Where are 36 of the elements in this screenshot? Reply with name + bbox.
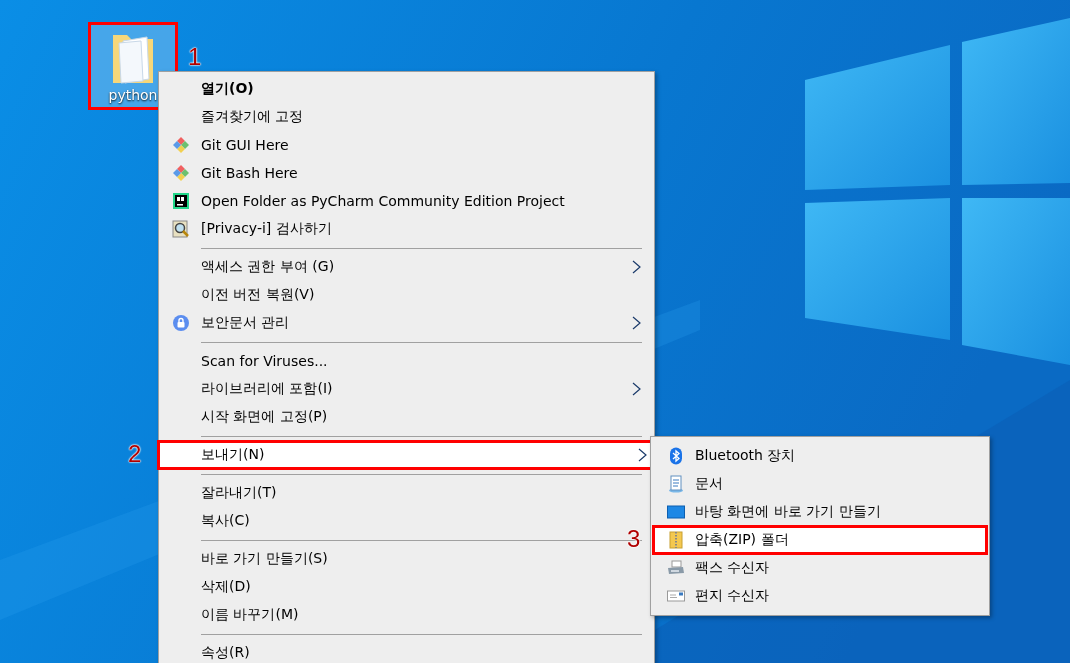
menu-item[interactable]: 삭제(D) xyxy=(161,573,652,601)
menu-item[interactable]: Scan for Viruses... xyxy=(161,347,652,375)
monitor-icon xyxy=(667,503,685,521)
menu-item[interactable]: 속성(R) xyxy=(161,639,652,663)
folder-label: python xyxy=(108,87,158,103)
menu-item[interactable]: Bluetooth 장치 xyxy=(653,442,987,470)
document-icon xyxy=(667,475,685,493)
menu-item[interactable]: 문서 xyxy=(653,470,987,498)
menu-item[interactable]: 라이브러리에 포함(I) xyxy=(161,375,652,403)
callout-number: 2 xyxy=(128,442,142,466)
zipper-folder-icon xyxy=(667,531,685,549)
menu-item[interactable]: 팩스 수신자 xyxy=(653,554,987,582)
lock-icon xyxy=(172,314,190,332)
menu-item[interactable]: 이름 바꾸기(M) xyxy=(161,601,652,629)
callout-number: 3 xyxy=(627,527,641,551)
diamond-icon xyxy=(172,136,190,154)
menu-item[interactable]: 이전 버전 복원(V) xyxy=(161,281,652,309)
menu-item[interactable]: 편지 수신자 xyxy=(653,582,987,610)
menu-item[interactable]: Git Bash Here xyxy=(161,159,652,187)
diamond-icon xyxy=(172,164,190,182)
menu-item[interactable]: 압축(ZIP) 폴더 xyxy=(653,526,987,554)
envelope-icon xyxy=(667,587,685,605)
callout-number: 1 xyxy=(188,45,202,69)
menu-item[interactable]: Git GUI Here xyxy=(161,131,652,159)
menu-item[interactable]: [Privacy-i] 검사하기 xyxy=(161,215,652,243)
pycharm-icon xyxy=(172,192,190,210)
bluetooth-icon xyxy=(667,447,685,465)
printer-icon xyxy=(667,559,685,577)
menu-item[interactable]: 보내기(N) xyxy=(158,441,653,469)
menu-item[interactable]: Open Folder as PyCharm Community Edition Project xyxy=(161,187,652,215)
magnifier-icon xyxy=(172,220,190,238)
menu-item[interactable]: 잘라내기(T) xyxy=(161,479,652,507)
menu-item[interactable]: 시작 화면에 고정(P) xyxy=(161,403,652,431)
menu-item[interactable]: 보안문서 관리 xyxy=(161,309,652,337)
menu-item[interactable]: 액세스 권한 부여 (G) xyxy=(161,253,652,281)
menu-item[interactable]: 바탕 화면에 바로 가기 만들기 xyxy=(653,498,987,526)
